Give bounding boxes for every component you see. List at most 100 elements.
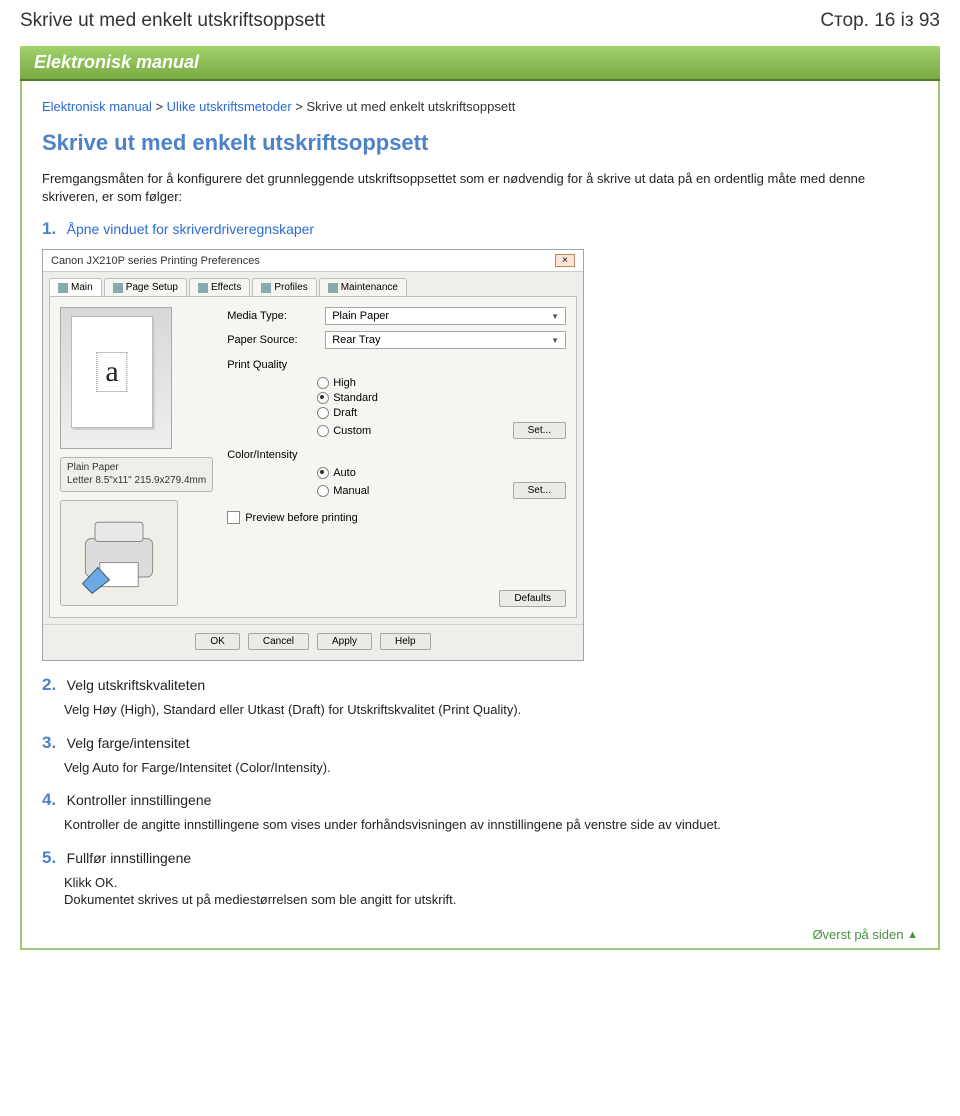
tab-label: Profiles [274,282,307,293]
radio-label: Custom [333,425,371,437]
radio-label: Draft [333,407,357,419]
preview-checkbox-row[interactable]: Preview before printing [227,511,566,524]
step-num: 5. [42,848,56,868]
color-intensity-group: Auto Manual Set... [317,467,566,499]
step-num: 3. [42,733,56,753]
step-4: 4. Kontroller innstillingene Kontroller … [42,790,918,834]
preview-checkbox-label: Preview before printing [245,512,358,524]
radio-high[interactable]: High [317,377,566,389]
preview-size: Letter 8.5"x11" 215.9x279.4mm [67,475,206,488]
preview-info: Plain Paper Letter 8.5"x11" 215.9x279.4m… [60,457,213,492]
top-of-page-label: Øverst på siden [812,927,903,942]
step-title: Velg farge/intensitet [67,735,190,751]
breadcrumb-item[interactable]: Ulike utskriftsmetoder [167,99,292,114]
step-title: Velg utskriftskvaliteten [67,677,206,693]
breadcrumb: Elektronisk manual > Ulike utskriftsmeto… [42,99,918,114]
ok-button[interactable]: OK [195,633,239,650]
tab-icon [198,283,208,293]
checkbox-icon [227,511,240,524]
radio-icon [317,425,329,437]
dialog-buttons: OK Cancel Apply Help [43,624,583,660]
media-type-label: Media Type: [227,310,317,322]
radio-icon [317,392,329,404]
tab-icon [58,283,68,293]
set-quality-button[interactable]: Set... [513,422,566,439]
printer-icon [65,505,173,601]
step-num: 4. [42,790,56,810]
print-quality-label: Print Quality [227,359,566,371]
header-title: Skrive ut med enkelt utskriftsoppsett [20,10,325,32]
paper-source-label: Paper Source: [227,334,317,346]
tabs: Main Page Setup Effects Profiles Mainten… [43,272,583,296]
breadcrumb-sep: > [295,99,306,114]
tab-maintenance[interactable]: Maintenance [319,278,407,296]
tab-label: Maintenance [341,282,398,293]
radio-draft[interactable]: Draft [317,407,566,419]
radio-standard[interactable]: Standard [317,392,566,404]
dialog-titlebar: Canon JX210P series Printing Preferences… [43,250,583,272]
step-num: 1. [42,219,56,239]
breadcrumb-item[interactable]: Elektronisk manual [42,99,152,114]
help-button[interactable]: Help [380,633,431,650]
step-body: Velg Auto for Farge/Intensitet (Color/In… [64,759,918,777]
tab-icon [261,283,271,293]
step-3: 3. Velg farge/intensitet Velg Auto for F… [42,733,918,777]
tab-body: Plain Paper Letter 8.5"x11" 215.9x279.4m… [49,296,577,618]
settings-column: Media Type: Plain Paper ▼ Paper Source: … [227,307,566,607]
tab-label: Effects [211,282,241,293]
page-preview [60,307,172,449]
tab-icon [113,283,123,293]
step-2: 2. Velg utskriftskvaliteten Velg Høy (Hi… [42,675,918,719]
header-page-indicator: Стор. 16 із 93 [820,10,940,32]
page-header: Skrive ut med enkelt utskriftsoppsett Ст… [20,10,940,32]
tab-main[interactable]: Main [49,278,102,296]
preview-media: Plain Paper [67,462,206,475]
radio-icon [317,377,329,389]
content-frame: Elektronisk manual > Ulike utskriftsmeto… [20,81,940,950]
tab-label: Page Setup [126,282,178,293]
radio-label: Auto [333,467,356,479]
tab-profiles[interactable]: Profiles [252,278,316,296]
step-5: 5. Fullfør innstillingene Klikk OK. Doku… [42,848,918,909]
radio-auto[interactable]: Auto [317,467,566,479]
media-type-value: Plain Paper [332,310,389,322]
apply-button[interactable]: Apply [317,633,372,650]
close-icon[interactable]: × [555,254,575,267]
media-type-row: Media Type: Plain Paper ▼ [227,307,566,325]
tab-label: Main [71,282,93,293]
set-color-button[interactable]: Set... [513,482,566,499]
step-1: 1. Åpne vinduet for skriverdriveregnskap… [42,219,918,239]
step-title[interactable]: Åpne vinduet for skriverdriveregnskaper [67,221,314,237]
section-title: Skrive ut med enkelt utskriftsoppsett [42,130,918,156]
radio-label: Standard [333,392,378,404]
step-title: Kontroller innstillingene [67,792,212,808]
radio-icon [317,467,329,479]
step-num: 2. [42,675,56,695]
radio-label: Manual [333,485,369,497]
step-body: Kontroller de angitte innstillingene som… [64,816,918,834]
breadcrumb-sep: > [155,99,166,114]
cancel-button[interactable]: Cancel [248,633,309,650]
paper-source-row: Paper Source: Rear Tray ▼ [227,331,566,349]
defaults-button[interactable]: Defaults [499,590,566,607]
tab-page-setup[interactable]: Page Setup [104,278,187,296]
manual-bar: Elektronisk manual [20,46,940,81]
chevron-down-icon: ▼ [551,336,559,345]
media-type-select[interactable]: Plain Paper ▼ [325,307,566,325]
page-sheet-icon [71,316,153,428]
radio-icon [317,485,329,497]
breadcrumb-item: Skrive ut med enkelt utskriftsoppsett [307,99,516,114]
radio-custom[interactable]: Custom [317,425,371,437]
caret-up-icon: ▲ [907,929,918,941]
print-prefs-dialog: Canon JX210P series Printing Preferences… [42,249,584,661]
top-of-page-link[interactable]: Øverst på siden ▲ [42,927,918,942]
paper-source-select[interactable]: Rear Tray ▼ [325,331,566,349]
tab-icon [328,283,338,293]
paper-source-value: Rear Tray [332,334,380,346]
tab-effects[interactable]: Effects [189,278,250,296]
print-quality-group: High Standard Draft Custom Set... [317,377,566,439]
intro-text: Fremgangsmåten for å konfigurere det gru… [42,170,918,205]
radio-manual[interactable]: Manual [317,485,369,497]
preview-column: Plain Paper Letter 8.5"x11" 215.9x279.4m… [60,307,213,607]
step-body: Klikk OK. Dokumentet skrives ut på medie… [64,874,918,909]
